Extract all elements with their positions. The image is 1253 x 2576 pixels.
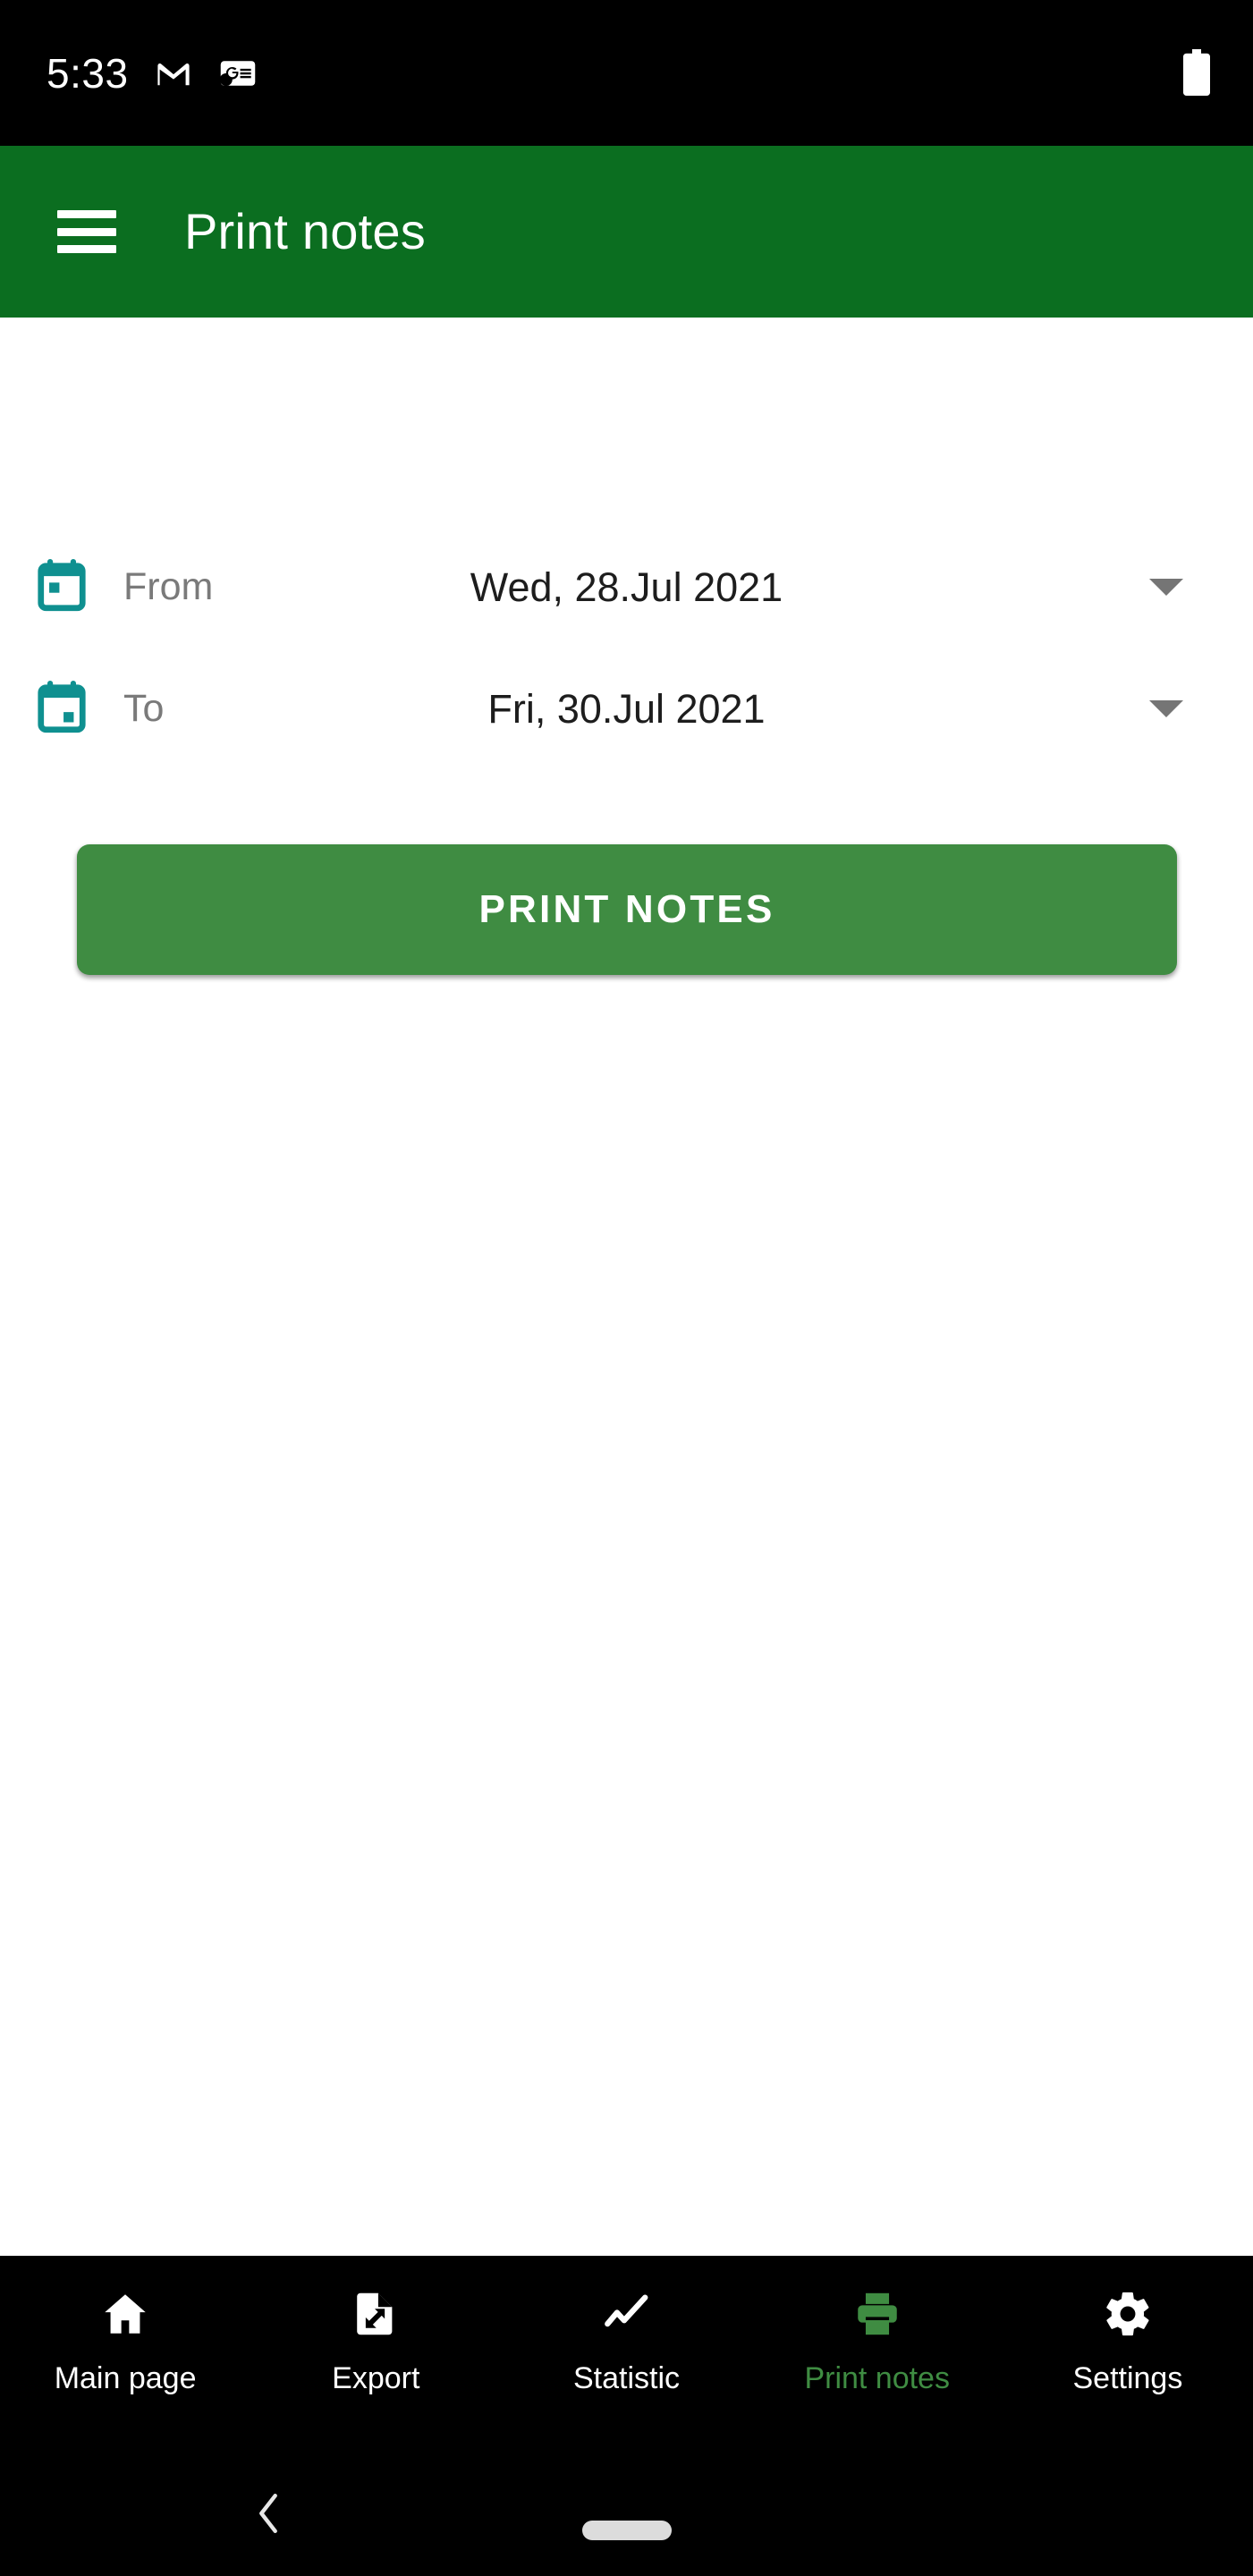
nav-item-export[interactable]: Export [250,2256,501,2451]
page-title: Print notes [184,203,426,259]
bottom-navigation-bar: Main page Export Statistic Print notes S… [0,2256,1253,2451]
home-pill-indicator[interactable] [581,2521,672,2540]
nav-label-settings: Settings [1072,2361,1183,2395]
nav-item-print-notes[interactable]: Print notes [752,2256,1003,2451]
gear-icon [1106,2292,1149,2336]
nav-label-main-page: Main page [54,2361,197,2395]
date-from-label: From [123,564,214,608]
nav-label-statistic: Statistic [572,2361,681,2395]
nav-item-settings[interactable]: Settings [1003,2256,1253,2451]
nav-item-main-page[interactable]: Main page [0,2256,250,2451]
status-bar-right [1181,48,1212,97]
calendar-icon [38,559,86,612]
battery-full-icon [1183,48,1210,96]
status-time: 5:33 [47,49,129,97]
line-chart-icon [604,2294,648,2327]
date-to-label: To [123,686,165,730]
google-news-icon [219,60,255,86]
status-bar-left: 5:33 [47,53,258,94]
chevron-down-icon[interactable] [1149,578,1183,596]
app-bar: Print notes [0,146,1253,318]
nav-label-export: Export [332,2361,420,2395]
status-bar: 5:33 [0,0,1253,146]
nav-label-print-notes: Print notes [804,2361,950,2395]
system-navigation-bar [0,2451,1253,2576]
date-range-to-row[interactable]: To Fri, 30.Jul 2021 [0,665,1253,752]
app-screen: 5:33 Print notes From Wed, 28.Jul 2021 T… [0,0,1253,2576]
calendar-icon [38,681,86,733]
file-export-icon [357,2292,393,2335]
date-to-value: Fri, 30.Jul 2021 [487,685,766,732]
back-chevron-icon[interactable] [253,2494,284,2533]
printer-icon [857,2292,897,2335]
date-range-from-row[interactable]: From Wed, 28.Jul 2021 [0,543,1253,631]
hamburger-menu-icon[interactable] [57,210,116,253]
nav-item-statistic[interactable]: Statistic [501,2256,751,2451]
main-content: From Wed, 28.Jul 2021 To Fri, 30.Jul 202… [0,318,1253,2256]
home-icon [105,2294,146,2334]
chevron-down-icon[interactable] [1149,699,1183,717]
print-notes-button[interactable]: PRINT NOTES [77,844,1177,975]
gmail-icon [157,63,190,85]
